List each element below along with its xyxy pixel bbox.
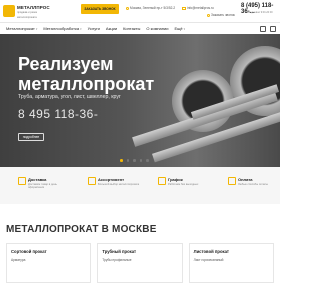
catalog-cards: Сортовой прокат Арматура Трубный прокат …	[6, 243, 274, 283]
user-icon[interactable]	[260, 26, 266, 32]
email-text: info@metallpros.ru	[187, 6, 214, 10]
logo-icon	[3, 5, 15, 17]
callback-text: Заказать звонок	[211, 13, 235, 17]
working-hours: Ежедневно 9:00-20:00	[247, 11, 273, 14]
catalog-title: МЕТАЛЛОПРОКАТ В МОСКВЕ	[6, 224, 157, 235]
address: Москва, Зеленый пр-т 5/3/52-2	[126, 6, 175, 10]
logo-subtitle: продажа и резка металлопроката	[17, 11, 37, 19]
top-bar: МЕТАЛЛПРОС продажа и резка металлопрокат…	[0, 0, 280, 22]
slider-dot[interactable]	[126, 159, 129, 162]
card-icon	[228, 177, 236, 185]
email-link[interactable]: info@metallpros.ru	[182, 6, 214, 10]
nav-item-metalloprokat[interactable]: Металлопрокат ▾	[6, 26, 37, 31]
mail-icon	[182, 6, 186, 10]
feature-assortment: Ассортимент Большой выбор металлопроката	[70, 167, 140, 204]
nav-item-about[interactable]: О компании	[146, 26, 168, 31]
catalog-card-sortovoy[interactable]: Сортовой прокат Арматура	[6, 243, 92, 283]
slider-dot[interactable]	[139, 159, 142, 162]
nav-item-promotions[interactable]: Акции	[106, 26, 117, 31]
slider-dots	[120, 159, 149, 162]
address-text: Москва, Зеленый пр-т 5/3/52-2	[130, 6, 176, 10]
nav-item-metalloobrabotka[interactable]: Металлообработка ▾	[43, 26, 81, 31]
nav-item-contacts[interactable]: Контакты	[123, 26, 140, 31]
callback-link[interactable]: Заказать звонок	[207, 13, 235, 17]
hero-phone: 8 495 118-36-	[18, 107, 99, 121]
hero-slider[interactable]: Реализуем металлопрокат Труба, арматура,…	[0, 34, 280, 167]
slider-dot[interactable]	[146, 159, 149, 162]
chevron-down-icon: ▾	[80, 26, 82, 31]
order-call-cta-button[interactable]: ЗАКАЗАТЬ ЗВОНОК	[81, 4, 119, 14]
chevron-down-icon: ▾	[35, 26, 38, 31]
catalog-card-trubny[interactable]: Трубный прокат Трубы профильные	[97, 243, 183, 283]
catalog-card-listovoy[interactable]: Листовой прокат Лист горячекатаный	[188, 243, 274, 283]
feature-payment: Оплата Любые способы оплаты	[210, 167, 280, 204]
nav-item-services[interactable]: Услуги	[88, 26, 100, 31]
feature-delivery: Доставка Доставим товар в день оформления	[0, 167, 70, 204]
slider-dot-active[interactable]	[120, 159, 123, 162]
search-icon[interactable]	[270, 26, 276, 32]
hero-title: Реализуем металлопрокат	[18, 54, 155, 94]
box-icon	[88, 177, 96, 185]
slider-dot[interactable]	[133, 159, 136, 162]
clock-icon	[158, 177, 166, 185]
truck-icon	[18, 177, 26, 185]
main-nav: Металлопрокат ▾ Металлообработка ▾ Услуги …	[0, 22, 280, 34]
feature-schedule: График Работаем без выходных	[140, 167, 210, 204]
nav-item-more[interactable]: Ещё ▾	[174, 26, 185, 31]
more-button[interactable]: подробнее	[18, 133, 44, 141]
hero-subtitle: Труба, арматура, угол, лист, швеллер, кр…	[18, 94, 121, 100]
chevron-down-icon: ▾	[183, 26, 186, 31]
logo[interactable]: МЕТАЛЛПРОС продажа и резка металлопрокат…	[3, 2, 50, 20]
location-pin-icon	[126, 6, 129, 10]
features-bar: Доставка Доставим товар в день оформления…	[0, 167, 280, 204]
phone-icon	[207, 13, 210, 17]
